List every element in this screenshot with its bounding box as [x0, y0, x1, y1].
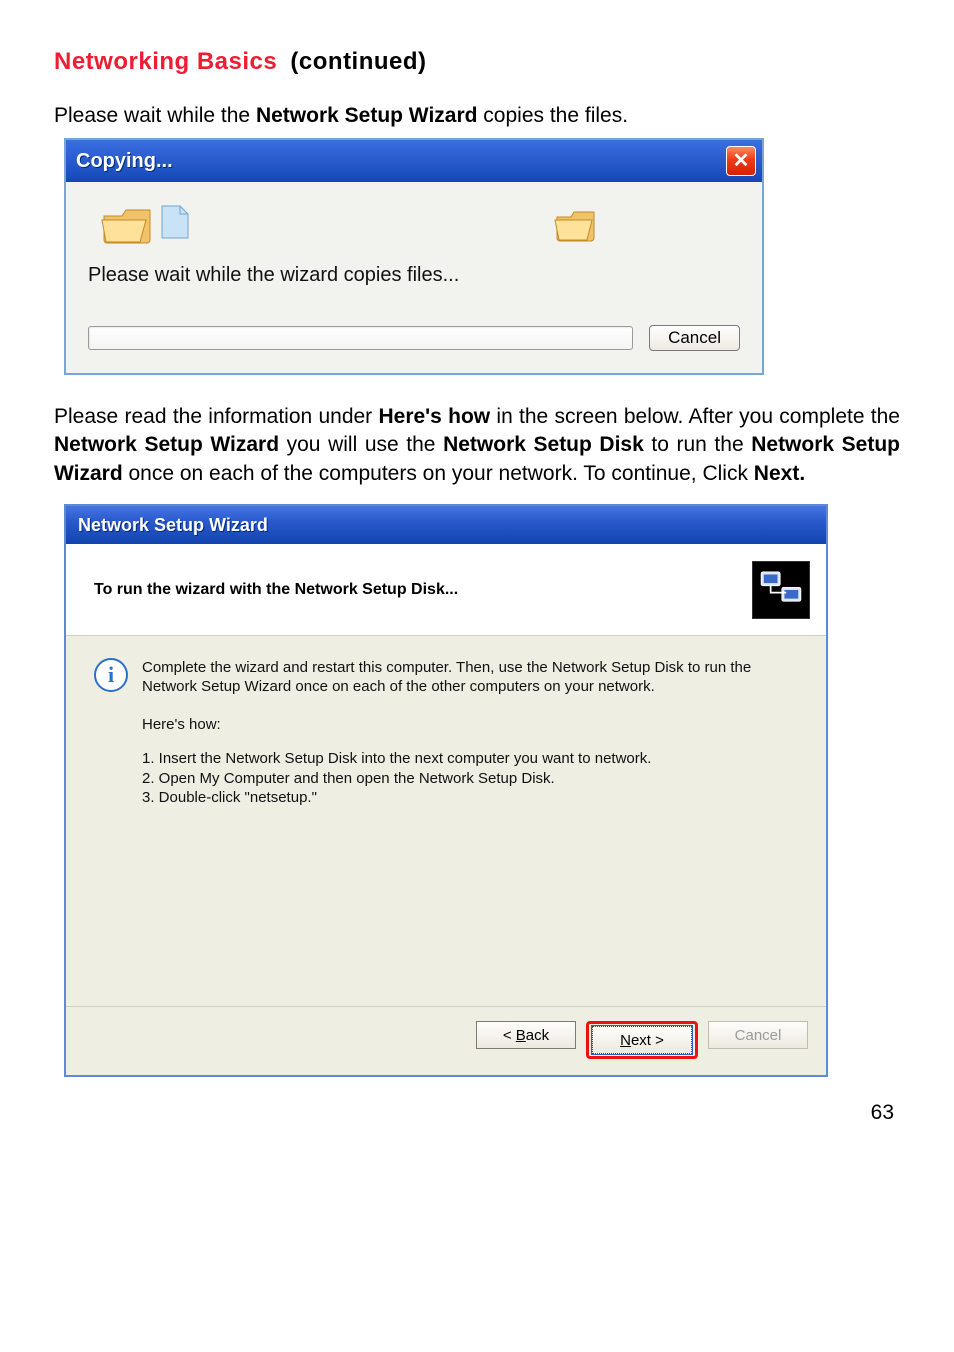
copying-title: Copying...	[76, 150, 173, 173]
document-icon	[160, 204, 190, 240]
cancel-button: Cancel	[708, 1021, 808, 1049]
intro-text: Please wait while the Network Setup Wiza…	[54, 104, 900, 128]
back-button[interactable]: < Back	[476, 1021, 576, 1049]
page-number: 63	[54, 1101, 900, 1125]
wizard-info-text: Complete the wizard and restart this com…	[142, 658, 798, 696]
wizard-dialog: Network Setup Wizard To run the wizard w…	[64, 504, 828, 1077]
wizard-header: To run the wizard with the Network Setup…	[66, 544, 826, 636]
cancel-button[interactable]: Cancel	[649, 325, 740, 351]
progress-bar	[88, 326, 633, 350]
copying-dialog: Copying... ✕ Please	[64, 138, 764, 375]
wizard-step: 3. Double-click "netsetup."	[142, 788, 798, 808]
wizard-header-text: To run the wizard with the Network Setup…	[94, 581, 458, 599]
close-button[interactable]: ✕	[726, 146, 756, 176]
copy-animation-row	[88, 202, 740, 248]
mid-paragraph: Please read the information under Here's…	[54, 403, 900, 488]
copying-titlebar: Copying... ✕	[66, 140, 762, 182]
heres-how-label: Here's how:	[142, 716, 798, 733]
folder-open-icon	[100, 202, 156, 248]
info-icon: i	[94, 658, 128, 692]
heading-secondary: (continued)	[290, 48, 426, 75]
close-icon: ✕	[733, 151, 750, 171]
heading-primary: Networking Basics	[54, 48, 277, 75]
wizard-step: 2. Open My Computer and then open the Ne…	[142, 769, 798, 789]
section-heading: Networking Basics (continued)	[54, 48, 900, 76]
wizard-title: Network Setup Wizard	[78, 515, 268, 536]
wizard-step: 1. Insert the Network Setup Disk into th…	[142, 749, 798, 769]
copying-message: Please wait while the wizard copies file…	[88, 264, 740, 287]
wizard-titlebar: Network Setup Wizard	[66, 506, 826, 544]
folder-icon	[554, 205, 600, 245]
wizard-steps: 1. Insert the Network Setup Disk into th…	[142, 749, 798, 808]
network-computers-icon	[752, 561, 810, 619]
next-button-highlight: Next >	[586, 1021, 698, 1059]
next-button[interactable]: Next >	[592, 1026, 692, 1054]
wizard-footer: < Back Next > Cancel	[66, 1006, 826, 1075]
